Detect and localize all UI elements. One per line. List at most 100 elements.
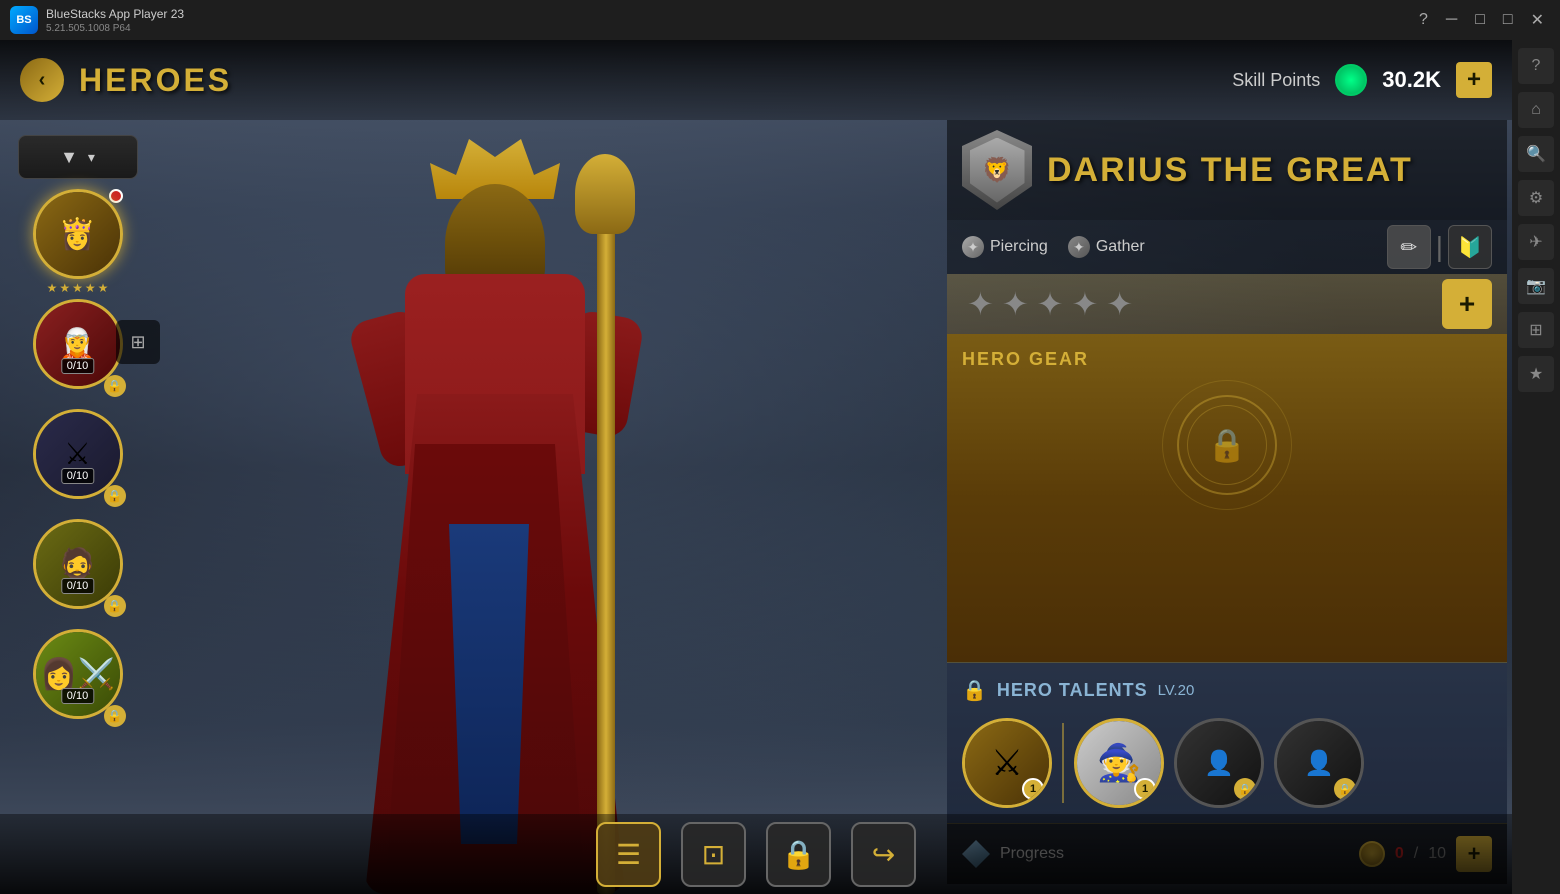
hero-staff (597, 214, 615, 894)
hero-avatar-1: 👸 (33, 189, 123, 279)
right-panel: 🦁 DARIUS THE GREAT ✦ Piercing ✦ Gather ✏… (947, 120, 1507, 884)
hero-level-4: 0/10 (61, 578, 94, 594)
skill-tab-button[interactable]: ✏ (1387, 225, 1431, 269)
filter-button[interactable]: ▼ ▾ (18, 135, 138, 179)
frame-icon: ⊡ (702, 838, 725, 871)
hero-level-2: 0/10 (61, 358, 94, 374)
gather-icon: ✦ (1068, 236, 1090, 258)
star-4: ✦ (1071, 285, 1098, 323)
hero-name: DARIUS THE GREAT (1047, 151, 1413, 190)
gear-slot[interactable]: 🔒 (1177, 395, 1277, 495)
hero-stars-1: ★ ★ ★ ★ ★ (28, 281, 128, 295)
hero-list-item-5[interactable]: 👩‍⚔️ 0/10 🔒 (28, 629, 128, 729)
back-arrow-icon: ‹ (39, 69, 46, 92)
hero-sidebar: ▼ ▾ 👸 ★ ★ ★ ★ ★ 🧝 0/10 🔒 (0, 120, 155, 814)
skill-points-value: 30.2K (1382, 67, 1441, 93)
info-tab-icon: 🔰 (1458, 235, 1483, 260)
hero-list-item-3[interactable]: ⚔ 0/10 🔒 (28, 409, 128, 509)
lock-icon: 🔒 (781, 838, 816, 871)
star-1: ✦ (967, 285, 994, 323)
talents-level: LV.20 (1158, 682, 1195, 699)
help-icon[interactable]: ? (1413, 11, 1434, 29)
bottom-share-button[interactable]: ↪ (851, 822, 916, 887)
filter-arrow-icon: ▾ (88, 149, 95, 166)
bottom-frame-button[interactable]: ⊡ (681, 822, 746, 887)
skill-lock-overlay-4: 🔒 (1334, 778, 1356, 800)
restore-icon[interactable]: □ (1469, 11, 1491, 29)
bluestacks-logo: BS (10, 6, 38, 34)
share-icon: ↪ (872, 838, 895, 871)
skill-tab-icon: ✏ (1400, 235, 1417, 260)
window-controls: ? ─ □ □ ✕ (1413, 10, 1550, 30)
skill-points-add-button[interactable]: + (1456, 62, 1492, 98)
tab-separator: | (1436, 231, 1443, 263)
page-title: HEROES (79, 62, 232, 99)
hero-gear-title: HERO GEAR (962, 349, 1492, 370)
minimize-icon[interactable]: ─ (1440, 11, 1463, 29)
hero-shield-inner: 🦁 (970, 138, 1025, 203)
skill-badge-2: 1 (1134, 778, 1156, 800)
info-tab-button[interactable]: 🔰 (1448, 225, 1492, 269)
hero-figure (345, 214, 645, 894)
hero-list-item-1[interactable]: 👸 ★ ★ ★ ★ ★ (28, 189, 128, 289)
bottom-bar: ☰ ⊡ 🔒 ↪ (0, 814, 1512, 894)
hero-attributes: ✦ Piercing ✦ Gather ✏ | 🔰 (947, 220, 1507, 274)
skill-points-icon (1335, 64, 1367, 96)
stars-row: ✦ ✦ ✦ ✦ ✦ + (947, 274, 1507, 334)
bs-sidebar-icon-5[interactable]: ✈ (1518, 224, 1554, 260)
hero-staff-top (575, 154, 635, 234)
attr-piercing: ✦ Piercing (962, 225, 1048, 269)
maximize-icon[interactable]: □ (1497, 11, 1519, 29)
hero-avatar-bg-1: 👸 (36, 192, 120, 276)
bottom-lock-button[interactable]: 🔒 (766, 822, 831, 887)
hero-notification-dot (109, 189, 123, 203)
filter-icon: ▼ (60, 147, 78, 168)
skill-icon-locked-4[interactable]: 👤 🔒 (1274, 718, 1364, 808)
hero-level-3: 0/10 (61, 468, 94, 484)
app-version: 5.21.505.1008 P64 (46, 23, 1413, 34)
bs-sidebar-icon-3[interactable]: 🔍 (1518, 136, 1554, 172)
gear-grid: 🔒 (962, 385, 1492, 505)
bs-sidebar-icon-2[interactable]: ⌂ (1518, 92, 1554, 128)
header-right: Skill Points 30.2K + (1232, 62, 1492, 98)
grid-view-button[interactable]: ⊞ (116, 320, 160, 364)
skill-divider (1062, 723, 1064, 803)
attr-gather: ✦ Gather (1068, 225, 1145, 269)
piercing-label: Piercing (990, 238, 1048, 256)
bs-sidebar-icon-6[interactable]: 📷 (1518, 268, 1554, 304)
back-button[interactable]: ‹ (20, 58, 64, 102)
hero-lock-5: 🔒 (104, 705, 126, 727)
gather-label: Gather (1096, 238, 1145, 256)
header-bar: ‹ HEROES Skill Points 30.2K + (0, 40, 1512, 120)
hero-robe-blue-stripe (449, 524, 529, 844)
skill-icon-troops[interactable]: ⚔ 1 (962, 718, 1052, 808)
app-title: BlueStacks App Player 23 (46, 7, 1413, 21)
piercing-icon: ✦ (962, 236, 984, 258)
close-icon[interactable]: ✕ (1525, 10, 1550, 30)
talents-title: HERO TALENTS (997, 680, 1148, 701)
bottom-list-button[interactable]: ☰ (596, 822, 661, 887)
game-area: ‹ HEROES Skill Points 30.2K + ▼ ▾ 👸 ★ ★ … (0, 40, 1512, 894)
bs-sidebar-icon-1[interactable]: ? (1518, 48, 1554, 84)
skill-icons-row: ⚔ 1 🧙 1 👤 🔒 (962, 718, 1492, 808)
bs-sidebar-icon-8[interactable]: ★ (1518, 356, 1554, 392)
star-add-button[interactable]: + (1442, 279, 1492, 329)
skill-points-label: Skill Points (1232, 70, 1320, 91)
skill-icon-wizard[interactable]: 🧙 1 (1074, 718, 1164, 808)
bluestacks-titlebar: BS BlueStacks App Player 23 5.21.505.100… (0, 0, 1560, 40)
hero-name-section: 🦁 DARIUS THE GREAT (947, 120, 1507, 220)
hero-gear-section: HERO GEAR 🔒 (947, 334, 1507, 662)
hero-level-5: 0/10 (61, 688, 94, 704)
hero-lock-2: 🔒 (104, 375, 126, 397)
hero-list-item-4[interactable]: 🧔 0/10 🔒 (28, 519, 128, 619)
hero-character-display (155, 40, 835, 894)
skill-icon-locked-3[interactable]: 👤 🔒 (1174, 718, 1264, 808)
hero-list-item-2[interactable]: 🧝 0/10 🔒 (28, 299, 128, 399)
bs-sidebar-icon-4[interactable]: ⚙ (1518, 180, 1554, 216)
talents-header: 🔒 HERO TALENTS LV.20 (962, 678, 1492, 703)
hero-talents-section: 🔒 HERO TALENTS LV.20 ⚔ 1 🧙 1 (947, 662, 1507, 823)
bluestacks-right-sidebar: ? ⌂ 🔍 ⚙ ✈ 📷 ⊞ ★ (1512, 40, 1560, 894)
bs-sidebar-icon-7[interactable]: ⊞ (1518, 312, 1554, 348)
list-icon: ☰ (616, 838, 641, 871)
gear-ring-outer (1162, 380, 1292, 510)
